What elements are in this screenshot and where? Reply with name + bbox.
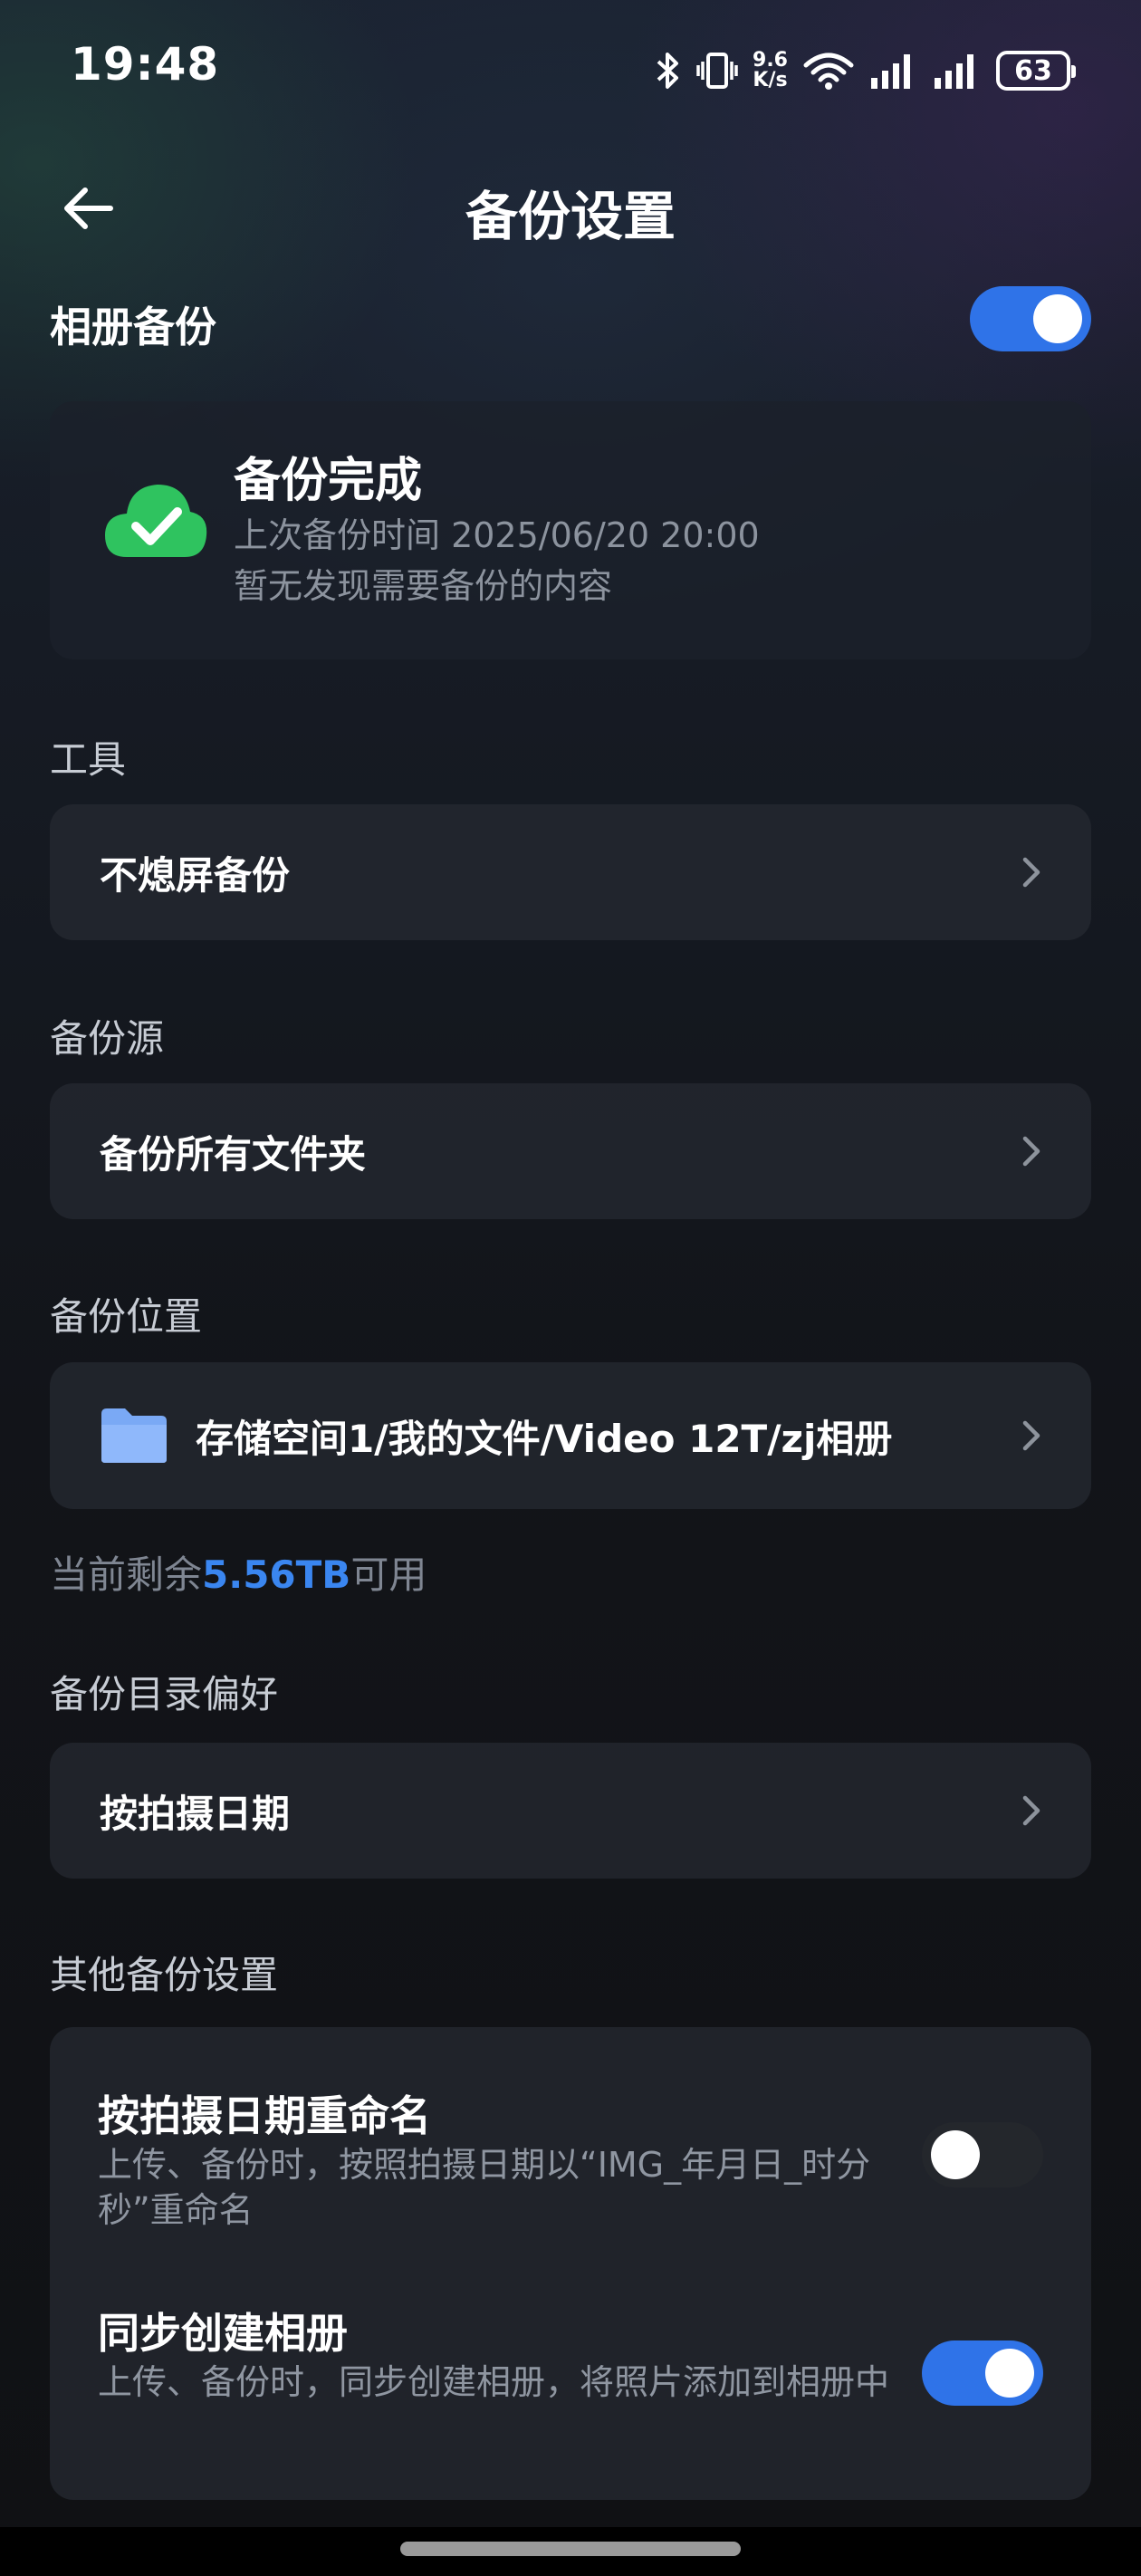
signal-2-icon (935, 54, 973, 89)
rename-by-date-title: 按拍摄日期重命名 (98, 2091, 431, 2140)
battery-icon: 63 (996, 51, 1076, 91)
remaining-prefix: 当前剩余 (50, 1552, 203, 1597)
chevron-right-icon (1005, 1133, 1041, 1169)
chevron-right-icon (1005, 1418, 1041, 1454)
album-sync-title: 同步创建相册 (98, 2309, 348, 2358)
bluetooth-icon (657, 53, 679, 89)
album-sync-toggle[interactable] (922, 2341, 1043, 2406)
backup-status-message: 暂无发现需要备份的内容 (234, 566, 613, 606)
backup-location-item[interactable]: 存储空间1/我的文件/Video 12T/zj相册 (50, 1362, 1091, 1509)
section-tools-label: 工具 (50, 737, 127, 782)
directory-preference-item[interactable]: 按拍摄日期 (50, 1743, 1091, 1879)
vibrate-icon (696, 53, 738, 89)
chevron-right-icon (1005, 1793, 1041, 1829)
album-backup-label: 相册备份 (50, 303, 216, 351)
net-speed-unit: K/s (753, 69, 788, 91)
wifi-icon (803, 53, 854, 90)
backup-status-title: 备份完成 (234, 454, 423, 508)
status-icons: 9.6 K/s 63 (655, 42, 1076, 100)
last-backup-time: 上次备份时间 2025/06/20 20:00 (234, 515, 760, 555)
rename-by-date-desc: 上传、备份时，按照拍摄日期以“IMG_年月日_时分秒”重命名 (98, 2145, 871, 2230)
net-speed: 9.6 K/s (753, 51, 788, 91)
battery-level: 63 (1014, 54, 1052, 87)
net-speed-value: 9.6 (753, 49, 788, 72)
directory-preference-label: 按拍摄日期 (100, 1791, 291, 1836)
section-location-label: 备份位置 (50, 1294, 203, 1339)
remaining-suffix: 可用 (350, 1552, 427, 1597)
album-backup-toggle[interactable] (970, 286, 1091, 351)
toggle-knob (931, 2130, 980, 2179)
toggle-knob (1033, 294, 1082, 343)
section-other-label: 其他备份设置 (50, 1953, 279, 1997)
backup-location-path: 存储空间1/我的文件/Video 12T/zj相册 (196, 1416, 893, 1461)
toggle-knob (985, 2349, 1034, 2398)
page-title: 备份设置 (465, 186, 676, 247)
backup-source-label: 备份所有文件夹 (100, 1131, 367, 1177)
chevron-right-icon (1005, 854, 1041, 890)
rename-by-date-toggle[interactable] (922, 2122, 1043, 2187)
section-source-label: 备份源 (50, 1016, 165, 1061)
backup-source-item[interactable]: 备份所有文件夹 (50, 1083, 1091, 1219)
remaining-value: 5.56TB (202, 1552, 351, 1597)
remaining-space: 当前剩余5.56TB可用 (50, 1544, 427, 1600)
folder-icon (101, 1408, 167, 1463)
section-directory-label: 备份目录偏好 (50, 1672, 279, 1716)
album-sync-desc: 上传、备份时，同步创建相册，将照片添加到相册中 (98, 2362, 890, 2402)
screen-on-backup-label: 不熄屏备份 (100, 852, 291, 898)
status-time: 19:48 (71, 38, 220, 91)
signal-1-icon (871, 54, 910, 89)
cloud-check-icon (105, 485, 207, 557)
screen-on-backup-item[interactable]: 不熄屏备份 (50, 804, 1091, 940)
home-indicator[interactable] (400, 2542, 741, 2556)
